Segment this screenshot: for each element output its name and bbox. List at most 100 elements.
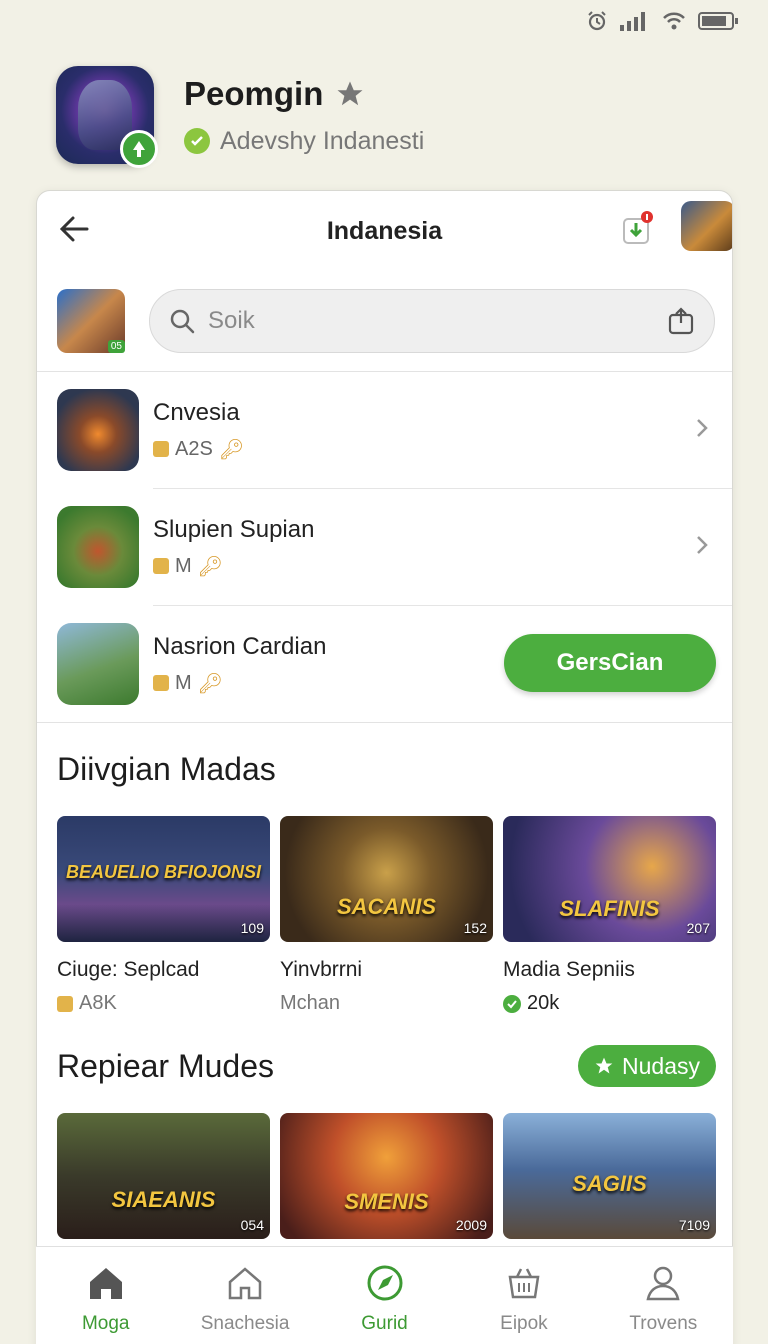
store-card: Indanesia 05 Cnvesia A2S🔑︎ Slupien Supia… bbox=[36, 190, 733, 1344]
chevron-right-icon[interactable] bbox=[694, 416, 710, 440]
tile-caption: SACANIS bbox=[336, 894, 436, 919]
tile-caption: SIAEANIS bbox=[111, 1187, 216, 1212]
key-icon: 🔑︎ bbox=[197, 672, 224, 695]
tile-name: Madia Sepniis bbox=[503, 958, 635, 981]
star-icon[interactable] bbox=[335, 79, 365, 109]
section-header: Repiear Mudes Nudasy bbox=[37, 1045, 732, 1087]
tile-name: Ciuge: Seplcad bbox=[57, 958, 200, 981]
search-icon bbox=[170, 309, 195, 334]
coin-icon bbox=[153, 558, 169, 574]
download-notification-icon[interactable] bbox=[621, 211, 653, 245]
tile-image: SIAEANIS 054 bbox=[57, 1113, 270, 1239]
page-title: Indanesia bbox=[326, 216, 443, 245]
chevron-right-icon[interactable] bbox=[694, 533, 710, 557]
list-item[interactable]: Slupien Supian M 🔑︎ bbox=[37, 489, 732, 605]
media-tile[interactable]: SLAFINIS 207 Madia Sepniis 20k bbox=[503, 816, 716, 1015]
tile-meta: 20k bbox=[527, 992, 560, 1014]
back-arrow-icon[interactable] bbox=[55, 209, 95, 249]
tile-name: Yinvbrrni bbox=[280, 958, 363, 981]
media-tile[interactable]: SACANIS 152 Yinvbrrni Mchan bbox=[280, 816, 493, 1015]
game-meta: M bbox=[175, 554, 192, 577]
search-input[interactable] bbox=[208, 307, 648, 335]
nav-label: Gurid bbox=[361, 1313, 408, 1334]
nav-label: Moga bbox=[81, 1313, 130, 1334]
tile-caption: SAGIIS bbox=[572, 1171, 647, 1196]
nav-item-moga[interactable]: Moga bbox=[36, 1247, 175, 1344]
tile-caption: SMENIS bbox=[344, 1189, 429, 1214]
alarm-icon bbox=[588, 11, 606, 31]
search-row: 05 bbox=[37, 271, 732, 371]
game-meta: A2S bbox=[175, 437, 213, 460]
top-bar: Indanesia bbox=[37, 191, 732, 271]
check-icon bbox=[503, 994, 521, 1013]
star-icon bbox=[595, 1057, 613, 1074]
game-meta: M bbox=[175, 671, 192, 694]
status-bar bbox=[586, 8, 740, 34]
tile-row: BEAUELIO BFIOJONSI 109 Ciuge: Seplcad A8… bbox=[37, 816, 732, 1015]
coin-icon bbox=[153, 441, 169, 457]
nav-item-snachesia[interactable]: Snachesia bbox=[175, 1247, 314, 1344]
tile-meta: Mchan bbox=[280, 992, 341, 1014]
tile-count: 054 bbox=[240, 1217, 264, 1233]
list-item[interactable]: Cnvesia A2S 🔑︎ bbox=[37, 372, 732, 488]
game-name: Slupien Supian bbox=[153, 515, 315, 543]
tile-row: SIAEANIS 054 SMENIS 2009 SAGIIS 7109 bbox=[37, 1113, 732, 1239]
tile-image: SMENIS 2009 bbox=[280, 1113, 493, 1239]
game-name: Nasrion Cardian bbox=[153, 632, 327, 660]
search-box[interactable] bbox=[149, 289, 715, 353]
tile-caption: SLAFINIS bbox=[559, 896, 660, 921]
tile-count: 207 bbox=[686, 920, 710, 936]
section-header: Diivgian Madas bbox=[37, 751, 732, 788]
battery-icon bbox=[698, 12, 738, 30]
tile-count: 2009 bbox=[455, 1217, 487, 1233]
tile-image: SACANIS 152 bbox=[280, 816, 493, 942]
search-thumbnail[interactable]: 05 bbox=[57, 289, 125, 353]
nav-label: Snachesia bbox=[200, 1313, 290, 1334]
media-tile[interactable]: BEAUELIO BFIOJONSI 109 Ciuge: Seplcad A8… bbox=[57, 816, 270, 1015]
section-title: Repiear Mudes bbox=[57, 1047, 274, 1084]
tile-meta: A8K bbox=[79, 992, 117, 1014]
featured-label: Nudasy bbox=[622, 1052, 700, 1079]
share-icon[interactable] bbox=[666, 306, 696, 336]
tile-caption: BEAUELIO BFIOJONSI bbox=[65, 862, 262, 882]
nav-item-gurid[interactable]: Gurid bbox=[315, 1247, 454, 1344]
verified-badge-icon bbox=[120, 130, 158, 168]
app-icon[interactable] bbox=[56, 66, 158, 168]
app-name: Peomgin bbox=[184, 74, 324, 112]
list-item[interactable]: Nasrion Cardian M 🔑︎ GersCian bbox=[37, 606, 732, 722]
home-icon bbox=[89, 1268, 122, 1299]
featured-button[interactable]: Nudasy bbox=[578, 1045, 716, 1087]
profile-icon bbox=[646, 1266, 680, 1301]
section-title: Diivgian Madas bbox=[57, 751, 276, 787]
tile-count: 152 bbox=[463, 920, 487, 936]
wifi-icon bbox=[663, 12, 685, 30]
bottom-nav: Moga Snachesia Gurid Eipok Trovens bbox=[36, 1246, 733, 1344]
get-button[interactable]: GersCian bbox=[504, 634, 716, 692]
key-icon: 🔑︎ bbox=[197, 555, 224, 578]
app-header: Peomgin Adevshy Indanesti bbox=[56, 66, 424, 168]
check-icon bbox=[184, 128, 210, 154]
game-icon bbox=[57, 389, 139, 471]
tile-image: BEAUELIO BFIOJONSI 109 bbox=[57, 816, 270, 942]
tile-image: SAGIIS 7109 bbox=[503, 1113, 716, 1239]
media-tile[interactable]: SMENIS 2009 bbox=[280, 1113, 493, 1239]
game-icon bbox=[57, 506, 139, 588]
nav-item-eipok[interactable]: Eipok bbox=[454, 1247, 593, 1344]
compass-icon bbox=[367, 1265, 403, 1301]
media-tile[interactable]: SIAEANIS 054 bbox=[57, 1113, 270, 1239]
nav-label: Trovens bbox=[629, 1313, 698, 1334]
nav-label: Eipok bbox=[500, 1313, 548, 1334]
game-name: Cnvesia bbox=[153, 398, 240, 426]
nav-item-trovens[interactable]: Trovens bbox=[594, 1247, 733, 1344]
tile-image: SLAFINIS 207 bbox=[503, 816, 716, 942]
divider bbox=[37, 722, 732, 723]
tile-count: 109 bbox=[240, 920, 264, 936]
developer-name[interactable]: Adevshy Indanesti bbox=[220, 127, 424, 156]
signal-icon bbox=[620, 12, 645, 31]
user-avatar[interactable] bbox=[681, 201, 732, 251]
media-tile[interactable]: SAGIIS 7109 bbox=[503, 1113, 716, 1239]
key-icon: 🔑︎ bbox=[218, 438, 245, 461]
coin-icon bbox=[153, 675, 169, 691]
house-outline-icon bbox=[228, 1267, 262, 1300]
game-icon bbox=[57, 623, 139, 705]
